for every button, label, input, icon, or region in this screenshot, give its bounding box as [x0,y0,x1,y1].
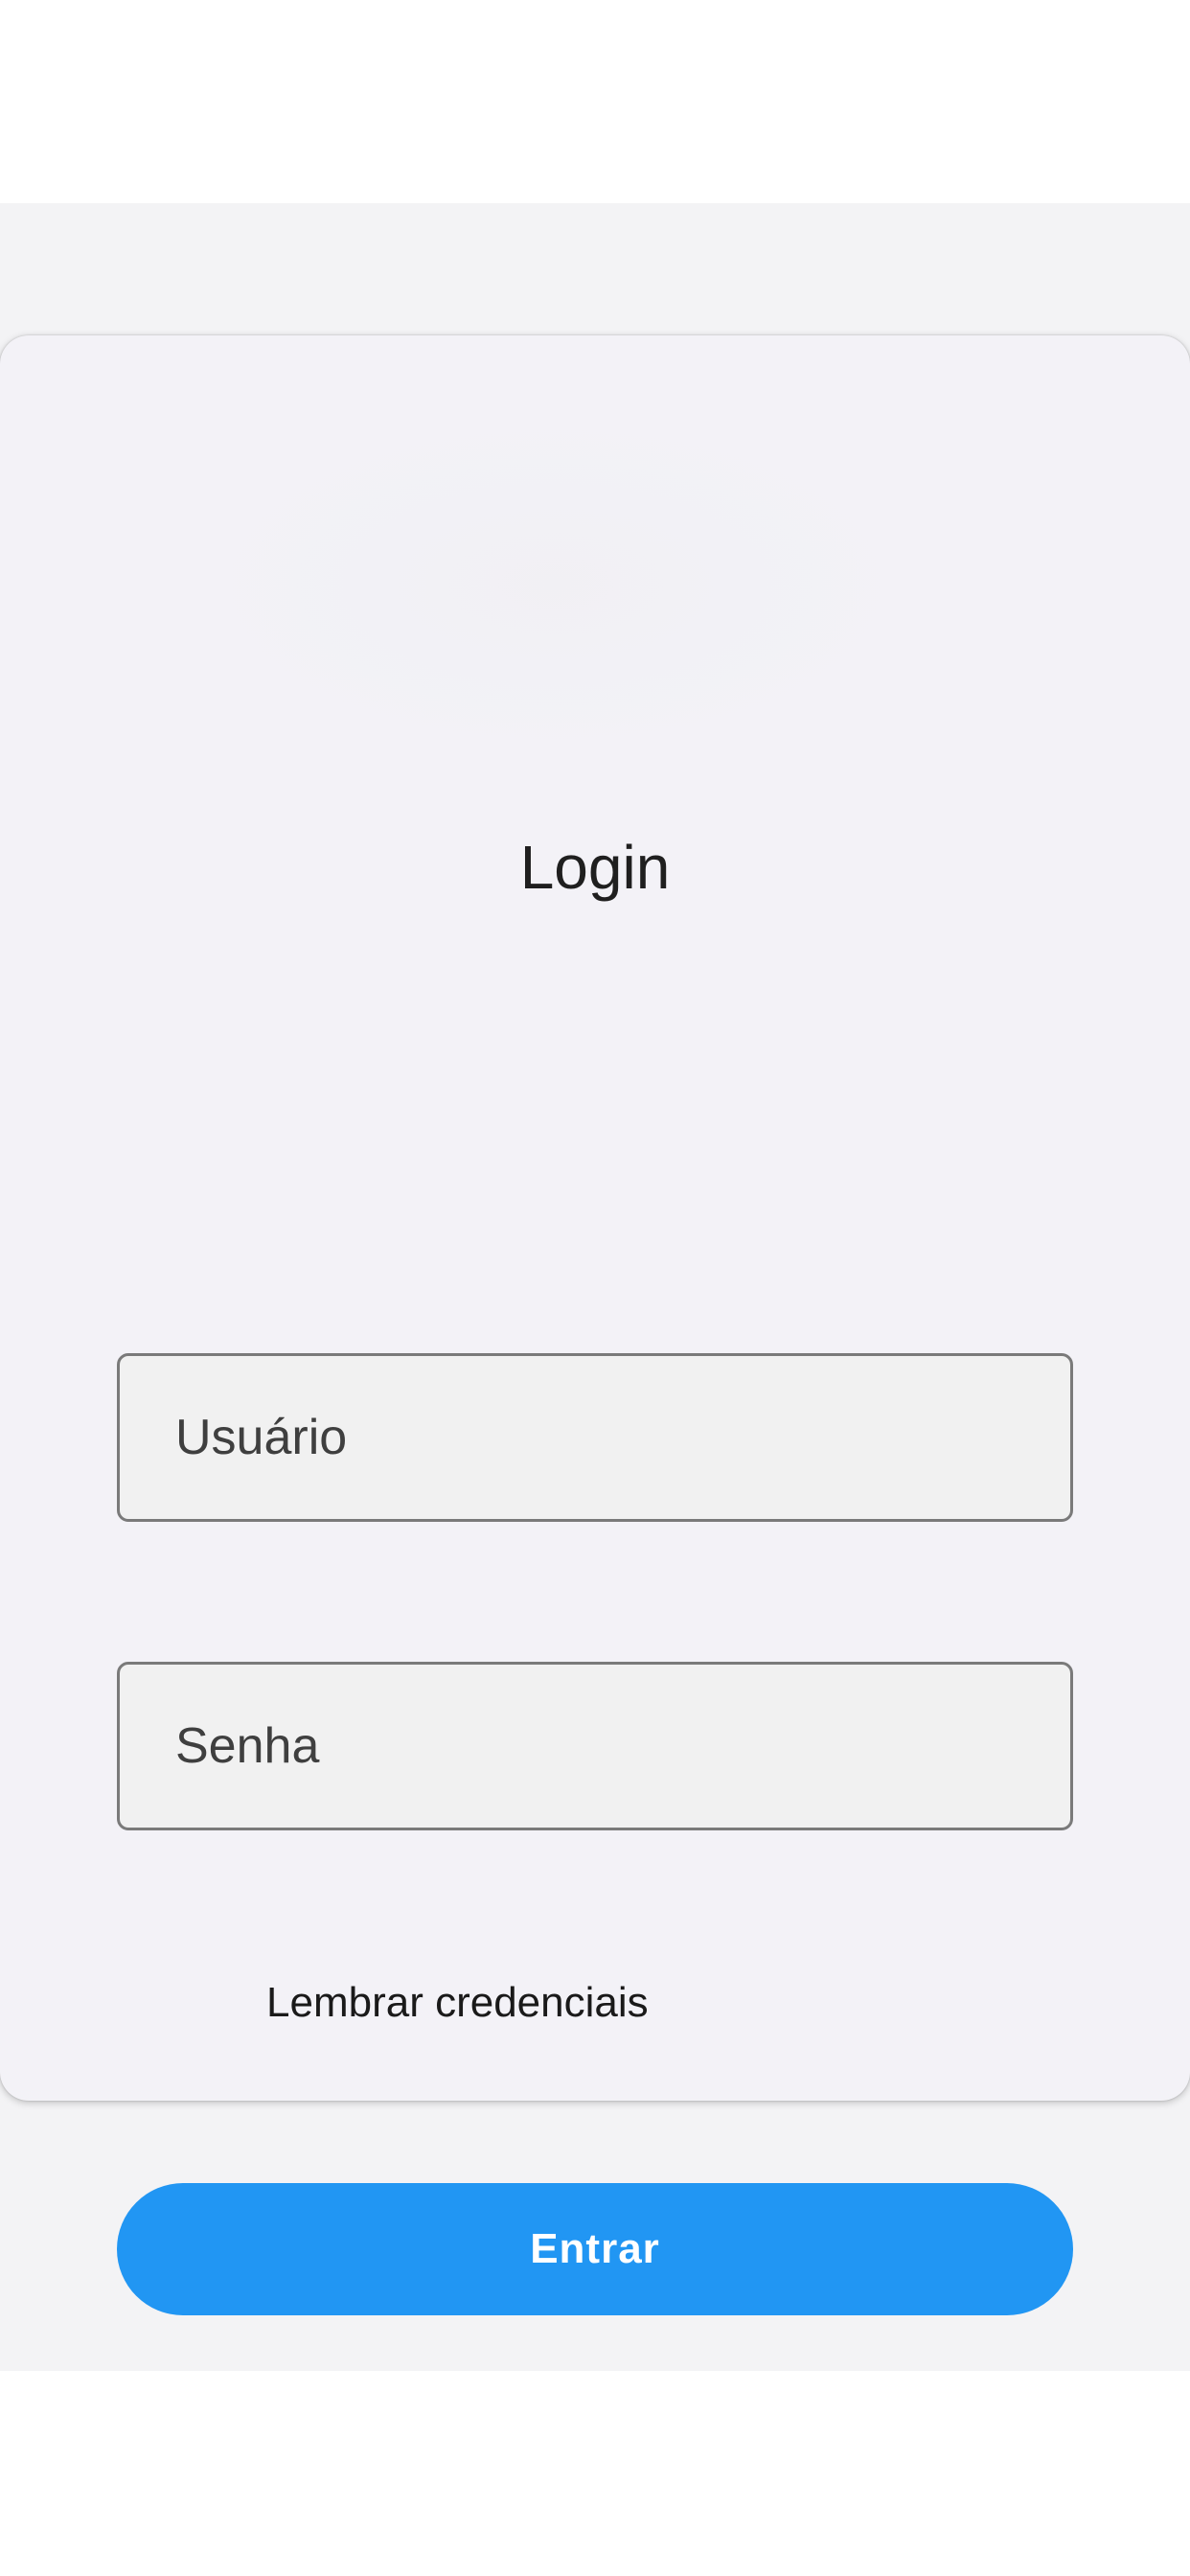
username-input[interactable] [117,1353,1073,1522]
logo-placeholder [192,412,920,757]
page-title: Login [519,833,671,902]
password-input[interactable] [117,1662,1073,1830]
remember-credentials-toggle[interactable]: Lembrar credenciais [266,1979,649,2027]
login-button[interactable]: Entrar [117,2183,1073,2315]
screen: Login Lembrar credenciais Entrar [0,0,1190,2576]
app-area: Login Lembrar credenciais Entrar [0,203,1190,2371]
login-card: Login Lembrar credenciais Entrar [0,335,1190,2315]
remember-credentials-label: Lembrar credenciais [266,1979,649,2026]
